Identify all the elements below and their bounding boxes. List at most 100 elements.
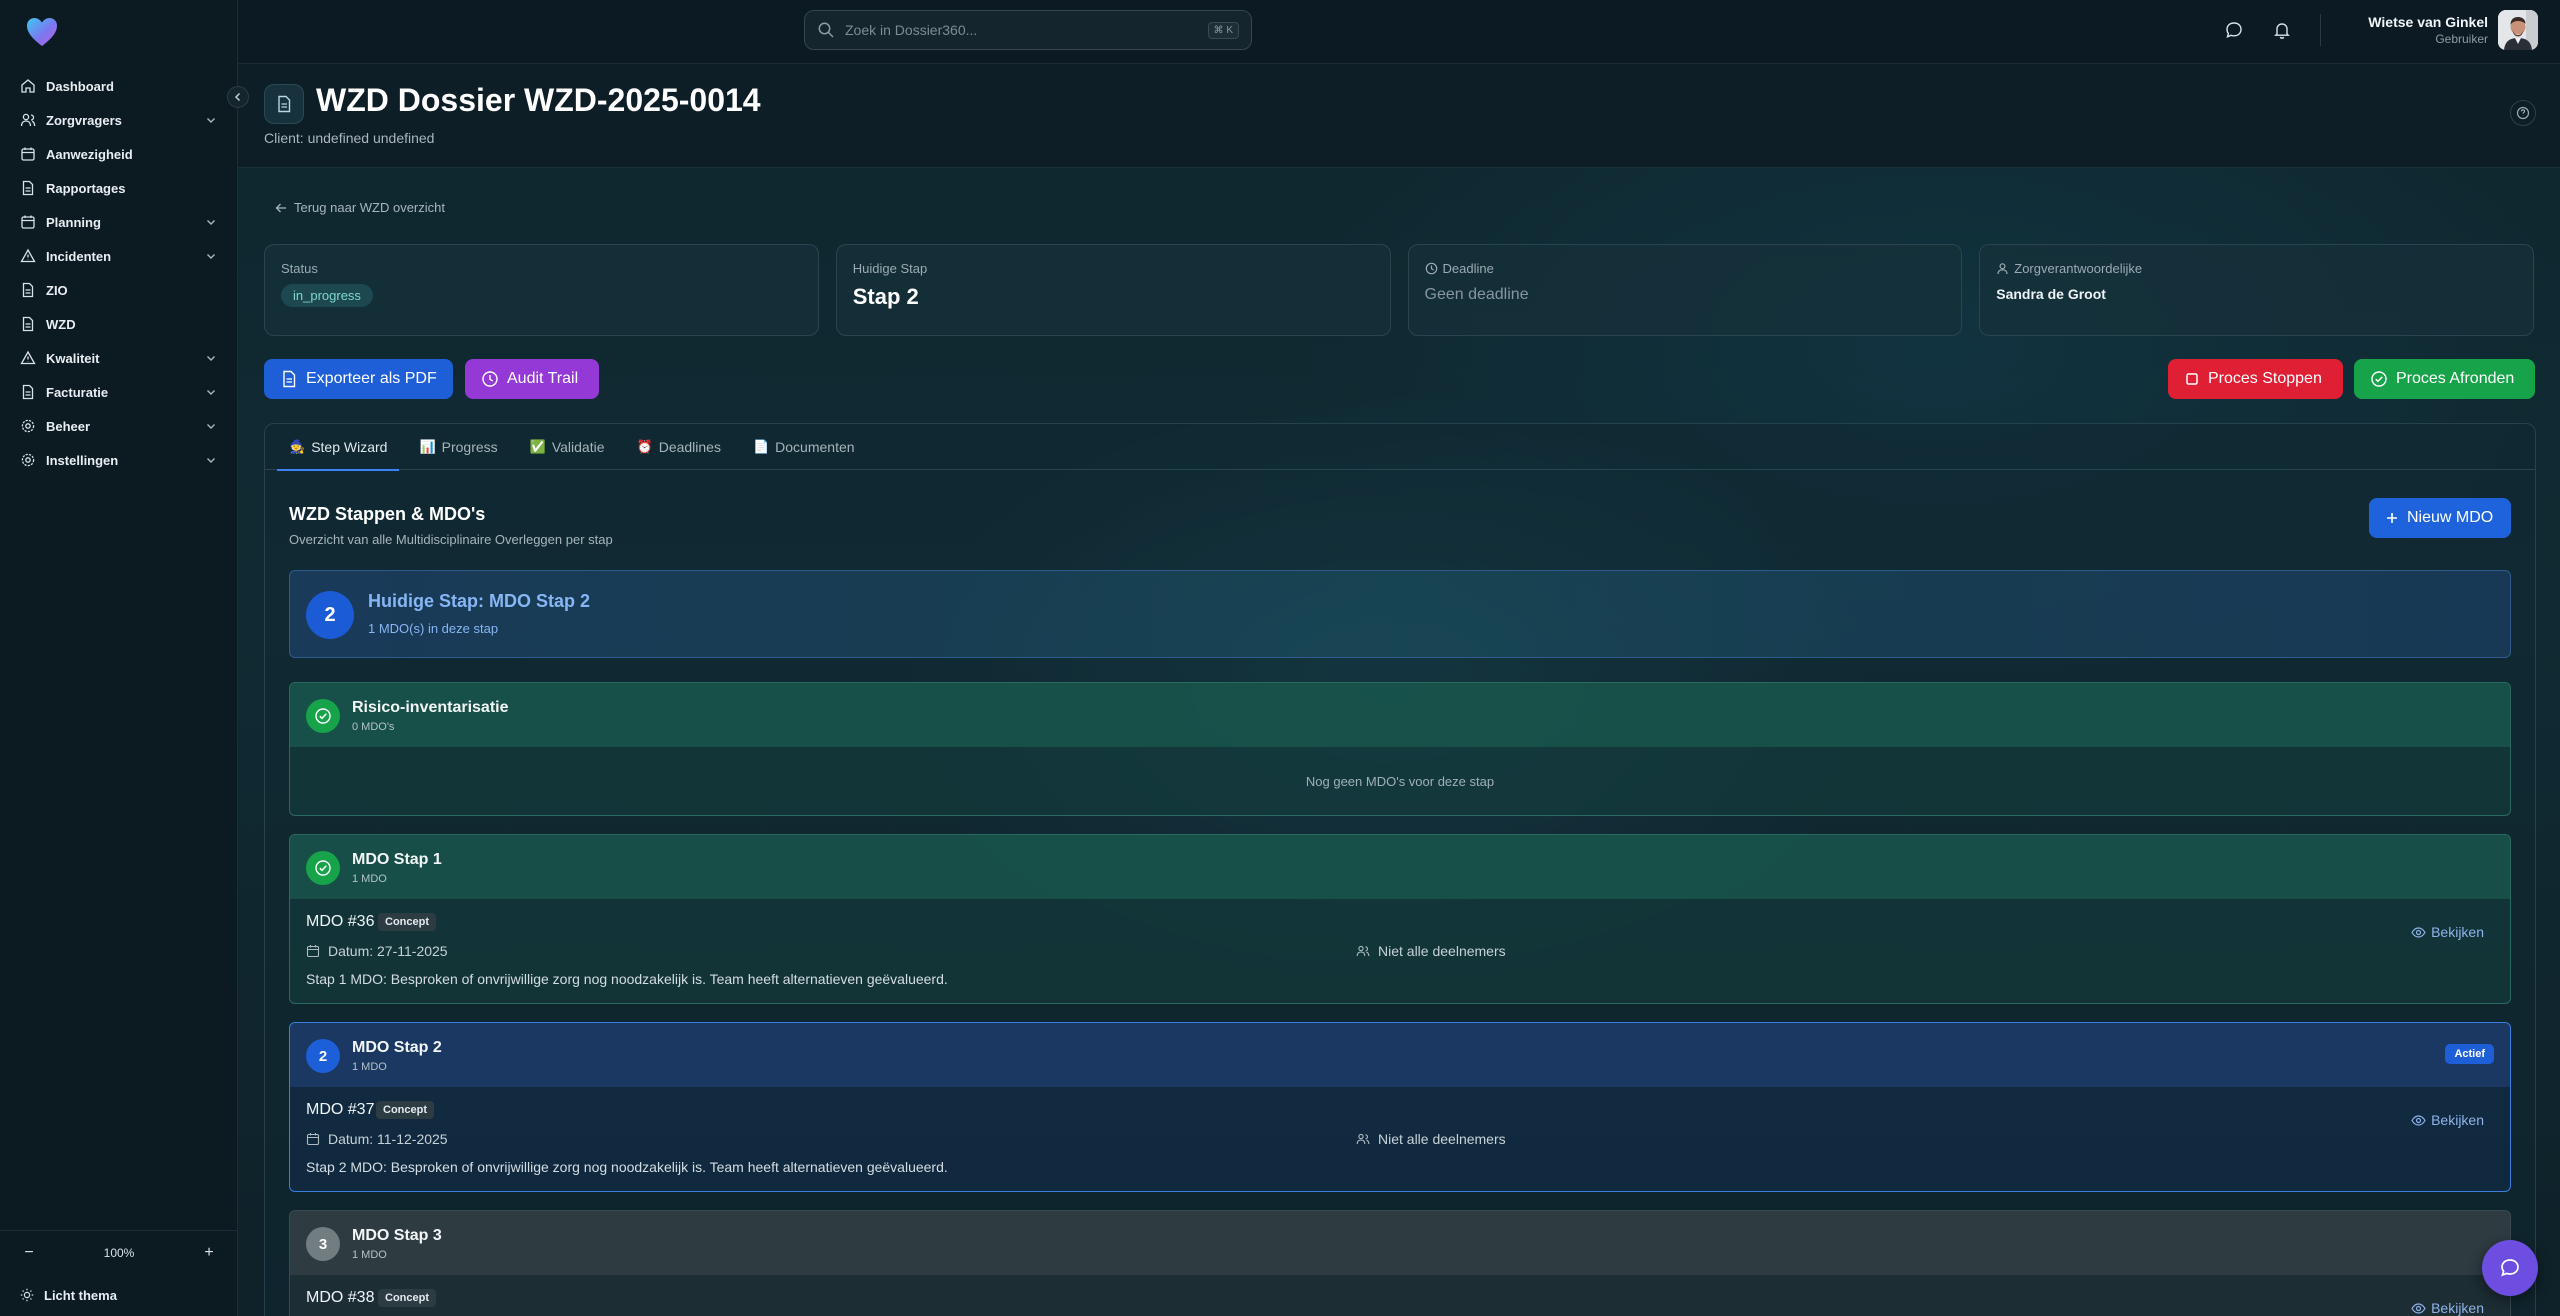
check-circle-icon (2371, 371, 2387, 387)
tab-validatie[interactable]: ✅ Validatie (518, 424, 617, 470)
deadline-label: Deadline (1442, 261, 1494, 276)
tab-documenten[interactable]: 📄 Documenten (741, 424, 867, 470)
sidebar-item-zorgvragers[interactable]: Zorgvragers (0, 103, 238, 137)
users-icon (1356, 1133, 1370, 1145)
theme-label: Licht thema (44, 1287, 117, 1303)
finish-process-button[interactable]: Proces Afronden (2354, 359, 2535, 399)
chat-icon (2501, 1259, 2519, 1277)
tab-step-wizard[interactable]: 🧙 Step Wizard (277, 424, 400, 471)
home-icon (21, 79, 35, 93)
status-badge: in_progress (281, 284, 373, 307)
back-link[interactable]: Terug naar WZD overzicht (274, 200, 445, 215)
mdo-date: Datum: 27-11-2025 (328, 943, 448, 959)
sidebar-item-zio[interactable]: ZIO (0, 273, 238, 307)
step-mdo-count: 1 MDO (352, 1249, 387, 1261)
mdo-participants: Niet alle deelnemers (1378, 1131, 1506, 1147)
calendar-icon (306, 945, 320, 958)
step-card-mdo-stap-1: MDO Stap 1 1 MDO MDO #36 Concept Datum: … (289, 834, 2511, 1004)
step-card-risico: Risico-inventarisatie 0 MDO's Nog geen M… (289, 682, 2511, 816)
chat-button[interactable] (2482, 1240, 2538, 1296)
step-card-mdo-stap-2: 2 MDO Stap 2 1 MDO Actief MDO #37 Concep… (289, 1022, 2511, 1192)
status-card: Status in_progress (264, 244, 819, 336)
gear-icon (21, 453, 35, 467)
zoom-level: 100% (103, 1246, 135, 1260)
sidebar-item-aanwezigheid[interactable]: Aanwezigheid (0, 137, 238, 171)
search-input[interactable] (845, 22, 1208, 38)
step-card-header[interactable]: Risico-inventarisatie 0 MDO's (290, 683, 2510, 747)
view-mdo-button[interactable]: Bekijken (2411, 1300, 2484, 1316)
sidebar-item-planning[interactable]: Planning (0, 205, 238, 239)
help-button[interactable] (2510, 100, 2536, 126)
tab-deadlines[interactable]: ⏰ Deadlines (625, 424, 733, 470)
sidebar-item-instellingen[interactable]: Instellingen (0, 443, 238, 477)
step-card-header[interactable]: 2 MDO Stap 2 1 MDO Actief (290, 1023, 2510, 1087)
wizard-panel: 🧙 Step Wizard 📊 Progress ✅ Validatie ⏰ D… (264, 423, 2536, 1316)
chevron-down-icon (207, 220, 215, 225)
step-card-header[interactable]: MDO Stap 1 1 MDO (290, 835, 2510, 899)
user-name: Wietse van Ginkel (2368, 14, 2488, 30)
calendar-icon (306, 1133, 320, 1146)
check-circle-icon (315, 860, 331, 876)
users-icon (20, 113, 36, 127)
sidebar-item-dashboard[interactable]: Dashboard (0, 69, 238, 103)
status-label: Status (281, 261, 318, 276)
export-pdf-button[interactable]: Exporteer als PDF (264, 359, 453, 399)
theme-toggle[interactable]: Licht thema (0, 1275, 238, 1315)
step-name: MDO Stap 3 (352, 1227, 442, 1244)
mdo-item: MDO #36 Concept Datum: 27-11-2025 Niet a… (290, 899, 2510, 1003)
calendar-icon (21, 215, 35, 229)
message-icon[interactable] (2224, 20, 2244, 40)
step-name: MDO Stap 1 (352, 851, 442, 868)
export-pdf-label: Exporteer als PDF (306, 370, 437, 387)
tab-progress[interactable]: 📊 Progress (407, 424, 509, 470)
view-mdo-button[interactable]: Bekijken (2411, 924, 2484, 940)
file-icon (22, 384, 34, 400)
finish-process-label: Proces Afronden (2396, 370, 2515, 387)
sidebar-item-rapportages[interactable]: Rapportages (0, 171, 238, 205)
current-step-label: Huidige Stap (852, 261, 928, 276)
user-menu[interactable]: Wietse van Ginkel Gebruiker (2368, 10, 2538, 50)
sidebar-item-beheer[interactable]: Beheer (0, 409, 238, 443)
view-mdo-button[interactable]: Bekijken (2411, 1112, 2484, 1128)
section-subtitle: Overzicht van alle Multidisciplinaire Ov… (289, 532, 613, 547)
new-mdo-label: Nieuw MDO (2407, 509, 2494, 526)
mdo-item: MDO #37 Concept Datum: 11-12-2025 Niet a… (290, 1087, 2510, 1191)
sidebar-item-label: ZIO (46, 282, 68, 298)
file-icon (22, 316, 34, 332)
section-title: WZD Stappen & MDO's (289, 504, 486, 524)
chevron-down-icon (207, 424, 215, 429)
help-icon (2516, 106, 2530, 120)
check-circle-icon (315, 708, 331, 724)
stop-process-button[interactable]: Proces Stoppen (2168, 359, 2343, 399)
wizard-icon: 🧙 (289, 439, 306, 454)
mdo-item: MDO #38 Concept Bekijken (290, 1275, 2510, 1316)
step-card-header[interactable]: 3 MDO Stap 3 1 MDO (290, 1211, 2510, 1275)
sidebar-item-wzd[interactable]: WZD (0, 307, 238, 341)
current-step-banner: 2 Huidige Stap: MDO Stap 2 1 MDO(s) in d… (289, 570, 2511, 658)
calendar-icon (21, 147, 35, 161)
empty-step-message: Nog geen MDO's voor deze stap (1305, 773, 1495, 789)
bell-icon[interactable] (2272, 20, 2292, 40)
app-logo[interactable] (24, 14, 60, 50)
tab-label: Step Wizard (311, 439, 388, 455)
clock-icon (1425, 262, 1437, 275)
chevron-down-icon (207, 356, 215, 361)
current-step-value: Stap 2 (852, 284, 919, 309)
owner-value: Sandra de Groot (1996, 286, 2106, 302)
eye-icon (2411, 926, 2426, 938)
current-step-count: 1 MDO(s) in deze stap (368, 621, 499, 636)
avatar[interactable] (2498, 10, 2538, 50)
zoom-in-button[interactable]: + (200, 1244, 218, 1262)
mdo-number: MDO #37 (306, 1101, 375, 1118)
zoom-out-button[interactable]: − (20, 1244, 38, 1262)
search-box[interactable]: ⌘ K (804, 10, 1252, 50)
mdo-status-badge: Concept (376, 1101, 434, 1119)
step-name: MDO Stap 2 (352, 1039, 442, 1056)
sidebar-item-kwaliteit[interactable]: Kwaliteit (0, 341, 238, 375)
audit-trail-button[interactable]: Audit Trail (465, 359, 599, 399)
collapse-sidebar-button[interactable] (227, 86, 249, 108)
sidebar-item-incidenten[interactable]: Incidenten (0, 239, 238, 273)
sidebar: Dashboard Zorgvragers Aanwezigheid Rappo… (0, 0, 249, 1316)
new-mdo-button[interactable]: Nieuw MDO (2369, 498, 2511, 538)
sidebar-item-facturatie[interactable]: Facturatie (0, 375, 238, 409)
